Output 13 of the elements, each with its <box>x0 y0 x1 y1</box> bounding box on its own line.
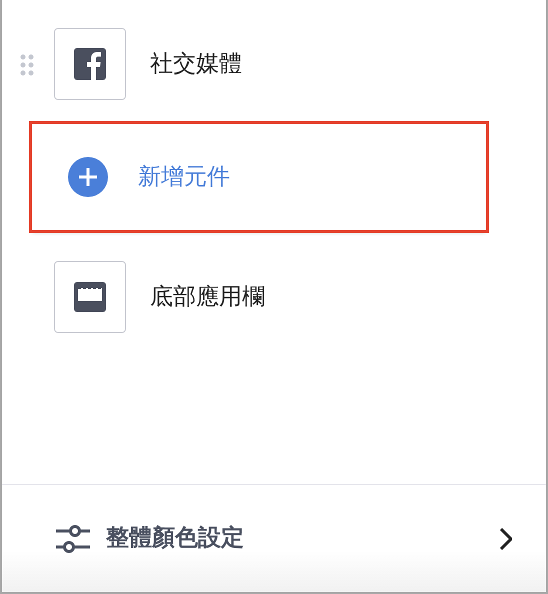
color-settings-label: 整體顏色設定 <box>106 524 245 554</box>
sliders-icon <box>56 524 90 552</box>
widget-label: 社交媒體 <box>150 50 242 79</box>
bottom-bar-icon <box>74 282 106 312</box>
chevron-right-icon <box>500 528 512 550</box>
color-settings-row[interactable]: 整體顏色設定 <box>2 484 546 592</box>
add-icon[interactable] <box>68 157 108 197</box>
add-component-link[interactable]: 新增元件 <box>138 160 230 194</box>
widget-tile[interactable] <box>54 28 126 100</box>
widget-label: 底部應用欄 <box>150 282 265 312</box>
facebook-icon <box>74 48 106 80</box>
widget-tile[interactable] <box>54 261 126 333</box>
drag-handle-icon[interactable] <box>20 54 34 76</box>
